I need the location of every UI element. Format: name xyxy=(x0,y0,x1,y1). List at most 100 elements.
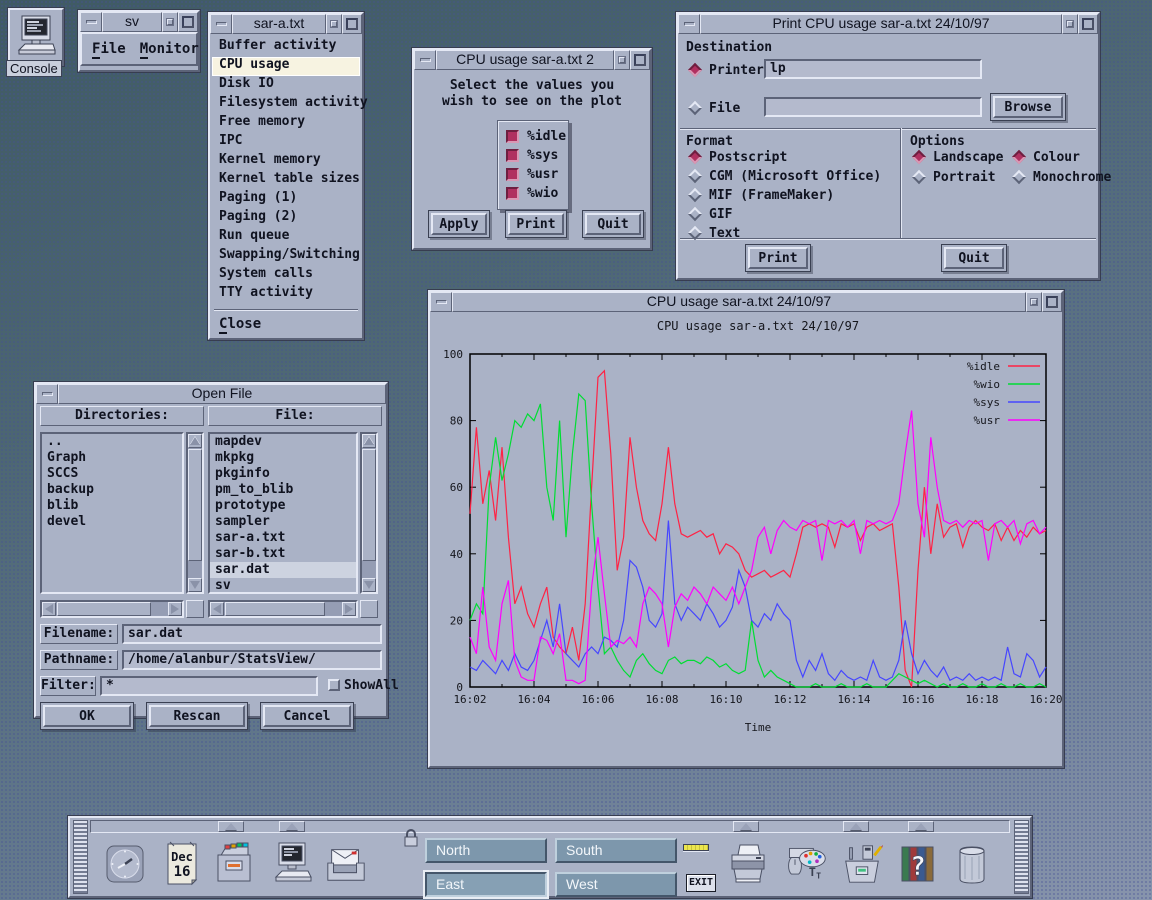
menu-item-cpu-usage[interactable]: CPU usage xyxy=(212,57,360,76)
radio-row-text[interactable]: Text xyxy=(690,224,740,242)
menu-item-free-memory[interactable]: Free memory xyxy=(212,114,360,133)
radio-row-postscript[interactable]: Postscript xyxy=(690,148,787,166)
window-menu-button[interactable] xyxy=(210,14,232,34)
help-button[interactable]: ? xyxy=(896,835,940,893)
file-item-sar-dat[interactable]: sar.dat xyxy=(210,562,356,578)
menu-item-disk-io[interactable]: Disk IO xyxy=(212,76,360,95)
radio-portrait[interactable] xyxy=(912,170,926,184)
app-manager-button[interactable] xyxy=(840,835,884,893)
console-icon[interactable] xyxy=(8,8,64,66)
panel-handle-left[interactable] xyxy=(73,820,88,894)
radio-landscape[interactable] xyxy=(912,150,926,164)
checkbox-row-wio[interactable]: %wio xyxy=(506,184,560,203)
window-menu-button[interactable] xyxy=(678,14,700,34)
checkbox-usr[interactable] xyxy=(506,168,519,181)
window-menu-button[interactable] xyxy=(430,292,452,312)
radio-text[interactable] xyxy=(688,226,702,240)
menu-item-swapping-switching[interactable]: Swapping/Switching xyxy=(212,247,360,266)
directories-list[interactable]: ..GraphSCCSbackupblibdevel xyxy=(40,432,184,594)
exit-button[interactable]: EXIT xyxy=(686,874,716,892)
file-item-sampler[interactable]: sampler xyxy=(210,514,356,530)
maximize-button[interactable] xyxy=(178,12,198,32)
radio-row-colour[interactable]: Colour xyxy=(1014,148,1080,166)
dir-item-sccs[interactable]: SCCS xyxy=(42,466,182,482)
radio-monochrome[interactable] xyxy=(1012,170,1026,184)
printer-radio-row[interactable]: Printer xyxy=(690,61,764,79)
menubar-item-monitor[interactable]: Monitor xyxy=(140,41,199,57)
subpanel-arrow-printer[interactable] xyxy=(733,821,759,832)
scroll-left-button[interactable] xyxy=(42,602,56,616)
open-file-titlebar[interactable]: Open File xyxy=(36,384,386,404)
subpanel-arrow-terminal[interactable] xyxy=(279,821,305,832)
sv-titlebar[interactable]: sv xyxy=(80,12,198,32)
workspace-button-south[interactable]: South xyxy=(555,838,677,863)
print-button[interactable]: Print xyxy=(748,247,808,269)
subpanel-arrow-file-manager[interactable] xyxy=(218,821,244,832)
radio-row-monochrome[interactable]: Monochrome xyxy=(1014,168,1111,186)
radio-row-portrait[interactable]: Portrait xyxy=(914,168,996,186)
dir-item-graph[interactable]: Graph xyxy=(42,450,182,466)
files-list[interactable]: mapdevmkpkgpkginfopm_to_blibprototypesam… xyxy=(208,432,358,594)
file-item-mkpkg[interactable]: mkpkg xyxy=(210,450,356,466)
print-button[interactable]: Print xyxy=(508,213,564,235)
menu-item-buffer-activity[interactable]: Buffer activity xyxy=(212,38,360,57)
menu-item-system-calls[interactable]: System calls xyxy=(212,266,360,285)
scrollbar-thumb[interactable] xyxy=(188,449,202,561)
directories-scrollbar[interactable] xyxy=(186,432,204,594)
radio-postscript[interactable] xyxy=(688,150,702,164)
files-scrollbar[interactable] xyxy=(360,432,378,594)
radio-cgm-microsoft-office[interactable] xyxy=(688,169,702,183)
scroll-left-button[interactable] xyxy=(210,602,224,616)
subpanel-arrow-help[interactable] xyxy=(908,821,934,832)
checkbox-row-sys[interactable]: %sys xyxy=(506,146,560,165)
showall-checkbox[interactable] xyxy=(328,679,340,691)
filename-field[interactable]: sar.dat xyxy=(122,624,382,644)
radio-row-mif-framemaker[interactable]: MIF (FrameMaker) xyxy=(690,186,834,204)
style-manager-button[interactable]: T T xyxy=(784,835,828,893)
radio-colour[interactable] xyxy=(1012,150,1026,164)
scrollbar-thumb[interactable] xyxy=(225,602,325,616)
checkbox-sys[interactable] xyxy=(506,149,519,162)
checkbox-idle[interactable] xyxy=(506,130,519,143)
menu-item-run-queue[interactable]: Run queue xyxy=(212,228,360,247)
minimize-button[interactable] xyxy=(614,50,630,70)
menubar-item-file[interactable]: File xyxy=(92,41,126,57)
chart-titlebar[interactable]: CPU usage sar-a.txt 24/10/97 xyxy=(430,292,1062,312)
workspace-button-north[interactable]: North xyxy=(425,838,547,863)
scroll-up-button[interactable] xyxy=(188,434,202,448)
file-field[interactable] xyxy=(764,97,982,117)
terminal-button[interactable] xyxy=(270,835,314,893)
quit-button[interactable]: Quit xyxy=(944,247,1004,269)
file-manager-button[interactable] xyxy=(212,835,256,893)
lock-icon[interactable] xyxy=(402,828,420,848)
radio-row-landscape[interactable]: Landscape xyxy=(914,148,1003,166)
cpu-select-titlebar[interactable]: CPU usage sar-a.txt 2 xyxy=(414,50,650,70)
radio-row-gif[interactable]: GIF xyxy=(690,205,732,223)
radio-mif-framemaker[interactable] xyxy=(688,188,702,202)
directories-hscrollbar[interactable] xyxy=(40,600,184,618)
menu-item-ipc[interactable]: IPC xyxy=(212,133,360,152)
file-item-sar-a-txt[interactable]: sar-a.txt xyxy=(210,530,356,546)
file-item-sar-b-txt[interactable]: sar-b.txt xyxy=(210,546,356,562)
cancel-button[interactable]: Cancel xyxy=(263,705,351,727)
file-item-prototype[interactable]: prototype xyxy=(210,498,356,514)
file-item-pm-to-blib[interactable]: pm_to_blib xyxy=(210,482,356,498)
workspace-button-east[interactable]: East xyxy=(425,872,547,897)
minimize-button[interactable] xyxy=(1026,292,1042,312)
window-menu-button[interactable] xyxy=(36,384,58,404)
maximize-button[interactable] xyxy=(1078,14,1098,34)
minimize-button[interactable] xyxy=(326,14,342,34)
menu-item-kernel-memory[interactable]: Kernel memory xyxy=(212,152,360,171)
minimize-button[interactable] xyxy=(1062,14,1078,34)
radio-row-cgm-microsoft-office[interactable]: CGM (Microsoft Office) xyxy=(690,167,881,185)
filter-field[interactable]: * xyxy=(100,676,318,696)
subpanel-arrow-apps[interactable] xyxy=(843,821,869,832)
menu-item-paging-2[interactable]: Paging (2) xyxy=(212,209,360,228)
maximize-button[interactable] xyxy=(1042,292,1062,312)
console-icon-label[interactable]: Console xyxy=(6,60,62,77)
minimize-button[interactable] xyxy=(162,12,178,32)
menu-item-tty-activity[interactable]: TTY activity xyxy=(212,285,360,304)
scroll-down-button[interactable] xyxy=(362,578,376,592)
scrollbar-thumb[interactable] xyxy=(57,602,151,616)
rescan-button[interactable]: Rescan xyxy=(149,705,245,727)
